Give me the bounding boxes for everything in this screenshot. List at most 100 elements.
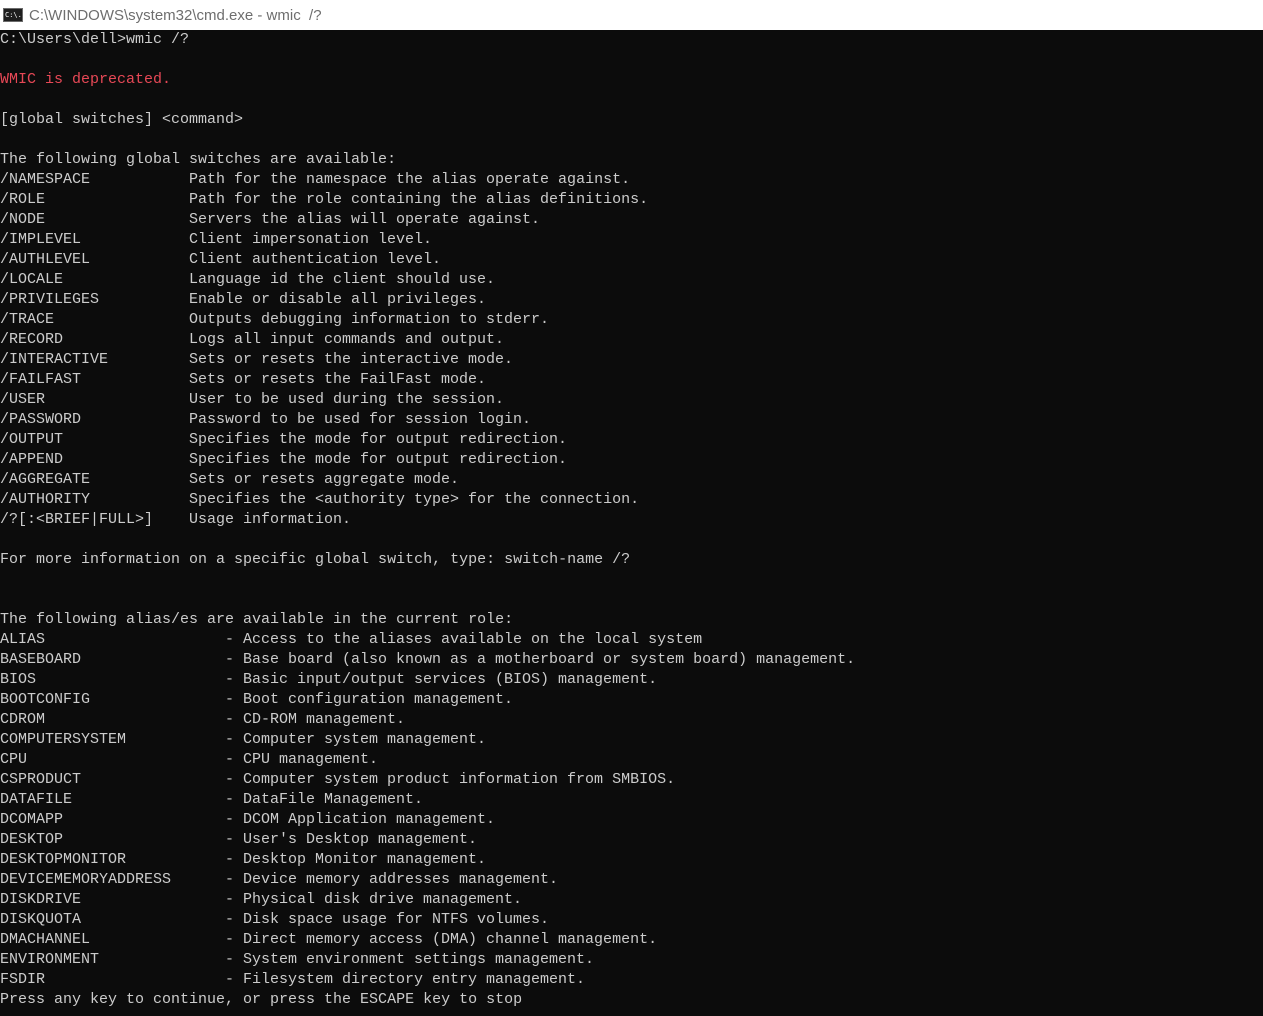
switch-row-description: Sets or resets the FailFast mode. bbox=[189, 371, 487, 388]
alias-row-description: - Computer system management. bbox=[225, 731, 487, 748]
switch-row: /PRIVILEGES Enable or disable all privile… bbox=[0, 290, 1263, 310]
alias-row-name: CPU bbox=[0, 751, 28, 768]
alias-row-name: DISKQUOTA bbox=[0, 911, 82, 928]
alias-row: DESKTOP - User's Desktop management. bbox=[0, 830, 1263, 850]
alias-row: ALIAS - Access to the aliases available o… bbox=[0, 630, 1263, 650]
alias-row-description: - Access to the aliases available on the… bbox=[225, 631, 703, 648]
alias-row-name: DESKTOPMONITOR bbox=[0, 851, 127, 868]
alias-row-name: CDROM bbox=[0, 711, 46, 728]
switch-row: /?[:<BRIEF|FULL>] Usage information. bbox=[0, 510, 1263, 530]
switch-row-description: Specifies the mode for output redirectio… bbox=[189, 431, 568, 448]
switch-row: /AGGREGATE Sets or resets aggregate mode. bbox=[0, 470, 1263, 490]
switch-row-name: /NODE bbox=[0, 211, 46, 228]
alias-row-name: BIOS bbox=[0, 671, 37, 688]
cmd-window: C:\. C:\WINDOWS\system32\cmd.exe - wmic … bbox=[0, 0, 1263, 1016]
switch-row: /INTERACTIVE Sets or resets the interacti… bbox=[0, 350, 1263, 370]
switch-row: /APPEND Specifies the mode for output red… bbox=[0, 450, 1263, 470]
alias-row-description: - System environment settings management… bbox=[225, 951, 595, 968]
switch-row-description: Specifies the mode for output redirectio… bbox=[189, 451, 568, 468]
switch-row: /RECORD Logs all input commands and outpu… bbox=[0, 330, 1263, 350]
alias-row: CDROM - CD-ROM management. bbox=[0, 710, 1263, 730]
alias-row-description: - CD-ROM management. bbox=[225, 711, 406, 728]
alias-row: DESKTOPMONITOR - Desktop Monitor manageme… bbox=[0, 850, 1263, 870]
switch-row-description: Path for the role containing the alias d… bbox=[189, 191, 649, 208]
alias-row-name: BASEBOARD bbox=[0, 651, 82, 668]
alias-row: DEVICEMEMORYADDRESS - Device memory addre… bbox=[0, 870, 1263, 890]
switch-row-name: /APPEND bbox=[0, 451, 64, 468]
alias-row: BIOS - Basic input/output services (BIOS)… bbox=[0, 670, 1263, 690]
switch-row-name: /LOCALE bbox=[0, 271, 64, 288]
switch-row-description: Specifies the <authority type> for the c… bbox=[189, 491, 640, 508]
switch-row-name: /RECORD bbox=[0, 331, 64, 348]
pager-prompt: Press any key to continue, or press the … bbox=[0, 991, 523, 1008]
alias-row-name: ENVIRONMENT bbox=[0, 951, 100, 968]
switch-row: /IMPLEVEL Client impersonation level. bbox=[0, 230, 1263, 250]
alias-row-name: DATAFILE bbox=[0, 791, 73, 808]
switch-row-name: /OUTPUT bbox=[0, 431, 64, 448]
alias-row: CPU - CPU management. bbox=[0, 750, 1263, 770]
alias-row-description: - Boot configuration management. bbox=[225, 691, 514, 708]
alias-row-description: - Direct memory access (DMA) channel man… bbox=[225, 931, 658, 948]
alias-row: DMACHANNEL - Direct memory access (DMA) c… bbox=[0, 930, 1263, 950]
alias-row-name: DMACHANNEL bbox=[0, 931, 91, 948]
switch-row: /LOCALE Language id the client should use… bbox=[0, 270, 1263, 290]
alias-row-name: ALIAS bbox=[0, 631, 46, 648]
alias-row: BASEBOARD - Base board (also known as a m… bbox=[0, 650, 1263, 670]
alias-row-name: BOOTCONFIG bbox=[0, 691, 91, 708]
switch-row-name: /PRIVILEGES bbox=[0, 291, 100, 308]
switch-row: /TRACE Outputs debugging information to s… bbox=[0, 310, 1263, 330]
alias-row-name: FSDIR bbox=[0, 971, 46, 988]
alias-row-description: - DCOM Application management. bbox=[225, 811, 496, 828]
switch-row-name: /USER bbox=[0, 391, 46, 408]
switch-help-line: For more information on a specific globa… bbox=[0, 551, 631, 568]
switch-row-description: Sets or resets the interactive mode. bbox=[189, 351, 514, 368]
switch-row-name: /PASSWORD bbox=[0, 411, 82, 428]
alias-row-description: - Physical disk drive management. bbox=[225, 891, 523, 908]
switch-row-description: Outputs debugging information to stderr. bbox=[189, 311, 550, 328]
switch-row: /NAMESPACE Path for the namespace the ali… bbox=[0, 170, 1263, 190]
switch-row-name: /NAMESPACE bbox=[0, 171, 91, 188]
usage-line: [global switches] <command> bbox=[0, 111, 244, 128]
switch-row-description: Servers the alias will operate against. bbox=[189, 211, 541, 228]
command-prompt-line: C:\Users\dell>wmic /? bbox=[0, 31, 190, 48]
alias-row-name: DEVICEMEMORYADDRESS bbox=[0, 871, 172, 888]
switch-row-name: /AGGREGATE bbox=[0, 471, 91, 488]
switch-row: /USER User to be used during the session. bbox=[0, 390, 1263, 410]
alias-row-name: CSPRODUCT bbox=[0, 771, 82, 788]
switch-row-description: Sets or resets aggregate mode. bbox=[189, 471, 460, 488]
alias-row-name: COMPUTERSYSTEM bbox=[0, 731, 127, 748]
switch-row-description: Client impersonation level. bbox=[189, 231, 433, 248]
alias-row-description: - Base board (also known as a motherboar… bbox=[225, 651, 856, 668]
alias-row-description: - Filesystem directory entry management. bbox=[225, 971, 586, 988]
alias-row: DISKQUOTA - Disk space usage for NTFS vol… bbox=[0, 910, 1263, 930]
switch-row-description: Path for the namespace the alias operate… bbox=[189, 171, 631, 188]
alias-row-description: - Basic input/output services (BIOS) man… bbox=[225, 671, 658, 688]
alias-row-description: - Computer system product information fr… bbox=[225, 771, 676, 788]
alias-row-description: - Device memory addresses management. bbox=[225, 871, 559, 888]
switch-row: /FAILFAST Sets or resets the FailFast mod… bbox=[0, 370, 1263, 390]
alias-row-name: DCOMAPP bbox=[0, 811, 64, 828]
alias-row: CSPRODUCT - Computer system product infor… bbox=[0, 770, 1263, 790]
title-bar[interactable]: C:\. C:\WINDOWS\system32\cmd.exe - wmic … bbox=[0, 0, 1263, 30]
alias-row-description: - User's Desktop management. bbox=[225, 831, 478, 848]
console-output[interactable]: C:\Users\dell>wmic /? WMIC is deprecated… bbox=[0, 30, 1263, 1016]
switches-header: The following global switches are availa… bbox=[0, 151, 397, 168]
switch-row-description: Client authentication level. bbox=[189, 251, 442, 268]
alias-row-name: DESKTOP bbox=[0, 831, 64, 848]
alias-row: DISKDRIVE - Physical disk drive managemen… bbox=[0, 890, 1263, 910]
switch-row-description: User to be used during the session. bbox=[189, 391, 505, 408]
switch-row-name: /ROLE bbox=[0, 191, 46, 208]
alias-row-description: - Disk space usage for NTFS volumes. bbox=[225, 911, 550, 928]
switch-row-description: Language id the client should use. bbox=[189, 271, 496, 288]
cmd-icon: C:\. bbox=[3, 8, 23, 22]
switch-row-name: /AUTHORITY bbox=[0, 491, 91, 508]
switch-row-name: /FAILFAST bbox=[0, 371, 82, 388]
switch-row-description: Logs all input commands and output. bbox=[189, 331, 505, 348]
switch-row-description: Enable or disable all privileges. bbox=[189, 291, 487, 308]
alias-row: ENVIRONMENT - System environment settings… bbox=[0, 950, 1263, 970]
alias-row: DATAFILE - DataFile Management. bbox=[0, 790, 1263, 810]
